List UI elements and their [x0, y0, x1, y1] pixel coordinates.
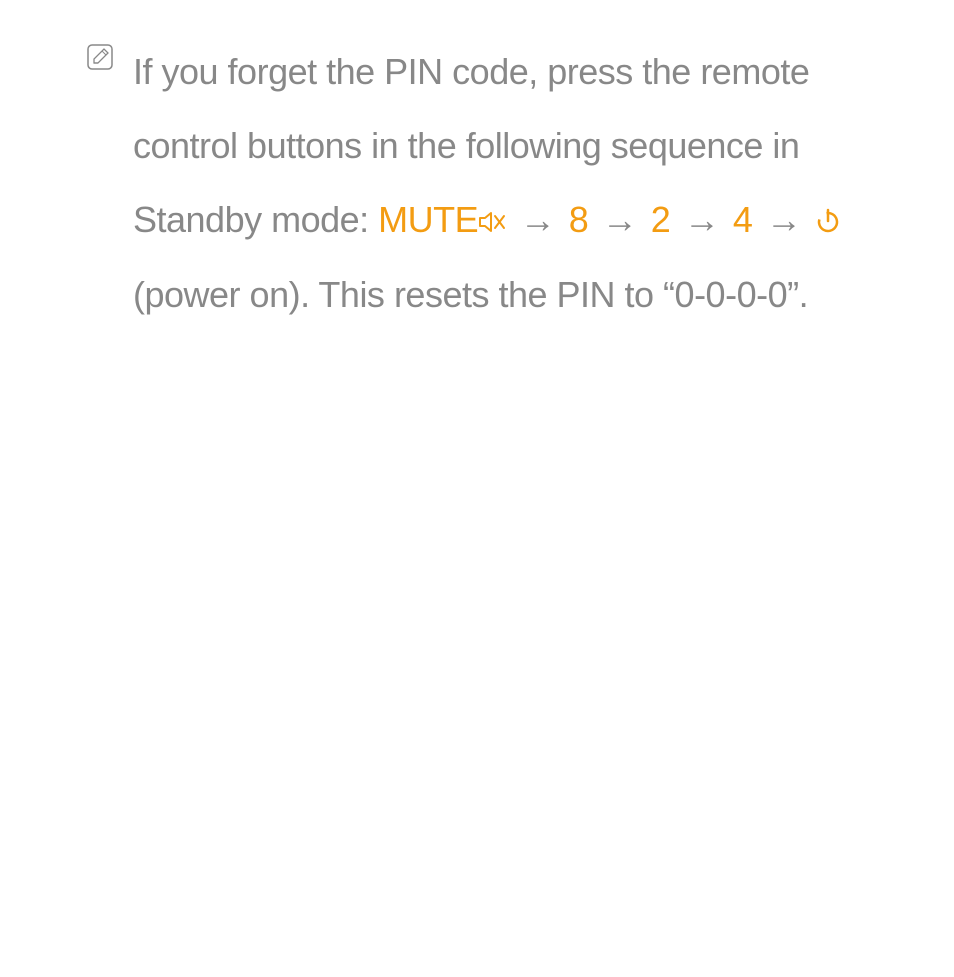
mute-speaker-icon: [478, 185, 506, 259]
note-pencil-icon: [85, 42, 115, 77]
note-part2: (power on). This resets the PIN to “0-0-…: [133, 274, 808, 315]
arrow-1: →: [520, 199, 556, 240]
step-8: 8: [569, 199, 589, 240]
arrow-3: →: [684, 199, 720, 240]
note-text: If you forget the PIN code, press the re…: [133, 35, 894, 332]
arrow-4: →: [766, 199, 802, 240]
step-4: 4: [733, 199, 753, 240]
step-2: 2: [651, 199, 671, 240]
arrow-2: →: [602, 199, 638, 240]
mute-label: MUTE: [378, 199, 478, 240]
power-icon: [815, 185, 841, 259]
note-block: If you forget the PIN code, press the re…: [85, 35, 894, 332]
